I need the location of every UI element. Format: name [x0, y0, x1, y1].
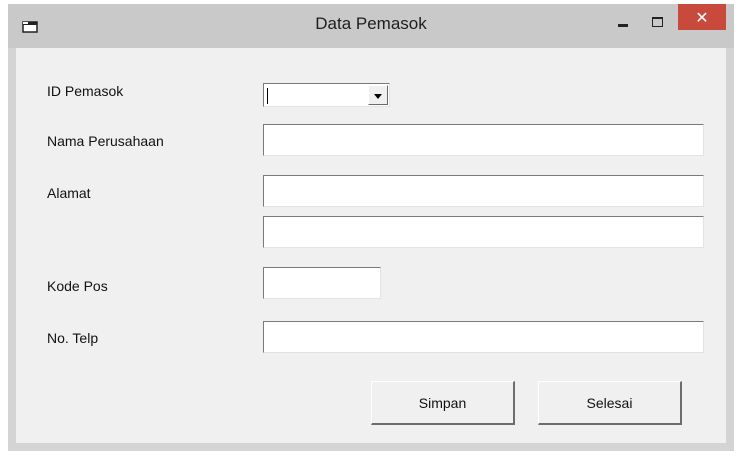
alamat-label: Alamat — [47, 185, 91, 201]
close-button[interactable]: ✕ — [678, 4, 726, 30]
no-telp-label: No. Telp — [47, 330, 99, 346]
alamat-line2-input[interactable] — [263, 216, 704, 248]
minimize-icon — [618, 23, 628, 27]
id-pemasok-label: ID Pemasok — [47, 83, 124, 99]
text-caret — [267, 88, 268, 104]
alamat-line1-input[interactable] — [263, 175, 704, 207]
maximize-button[interactable] — [642, 10, 672, 34]
no-telp-input[interactable] — [263, 321, 704, 353]
form-area: ID Pemasok Nama Perusahaan Alamat Kode P… — [16, 48, 726, 443]
nama-perusahaan-label: Nama Perusahaan — [47, 133, 164, 149]
selesai-button[interactable]: Selesai — [538, 381, 682, 425]
chevron-down-icon — [374, 93, 382, 99]
dropdown-button[interactable] — [368, 85, 388, 105]
nama-perusahaan-input[interactable] — [263, 124, 704, 156]
data-pemasok-window: Data Pemasok ✕ ID Pemasok Nama Perusahaa… — [8, 4, 734, 451]
kode-pos-label: Kode Pos — [47, 278, 108, 294]
simpan-button[interactable]: Simpan — [371, 381, 515, 425]
close-icon: ✕ — [695, 7, 709, 27]
id-pemasok-combobox[interactable] — [263, 83, 390, 107]
title-bar[interactable]: Data Pemasok ✕ — [8, 4, 734, 48]
kode-pos-input[interactable] — [263, 267, 381, 299]
minimize-button[interactable] — [608, 10, 638, 34]
maximize-icon — [651, 17, 663, 27]
